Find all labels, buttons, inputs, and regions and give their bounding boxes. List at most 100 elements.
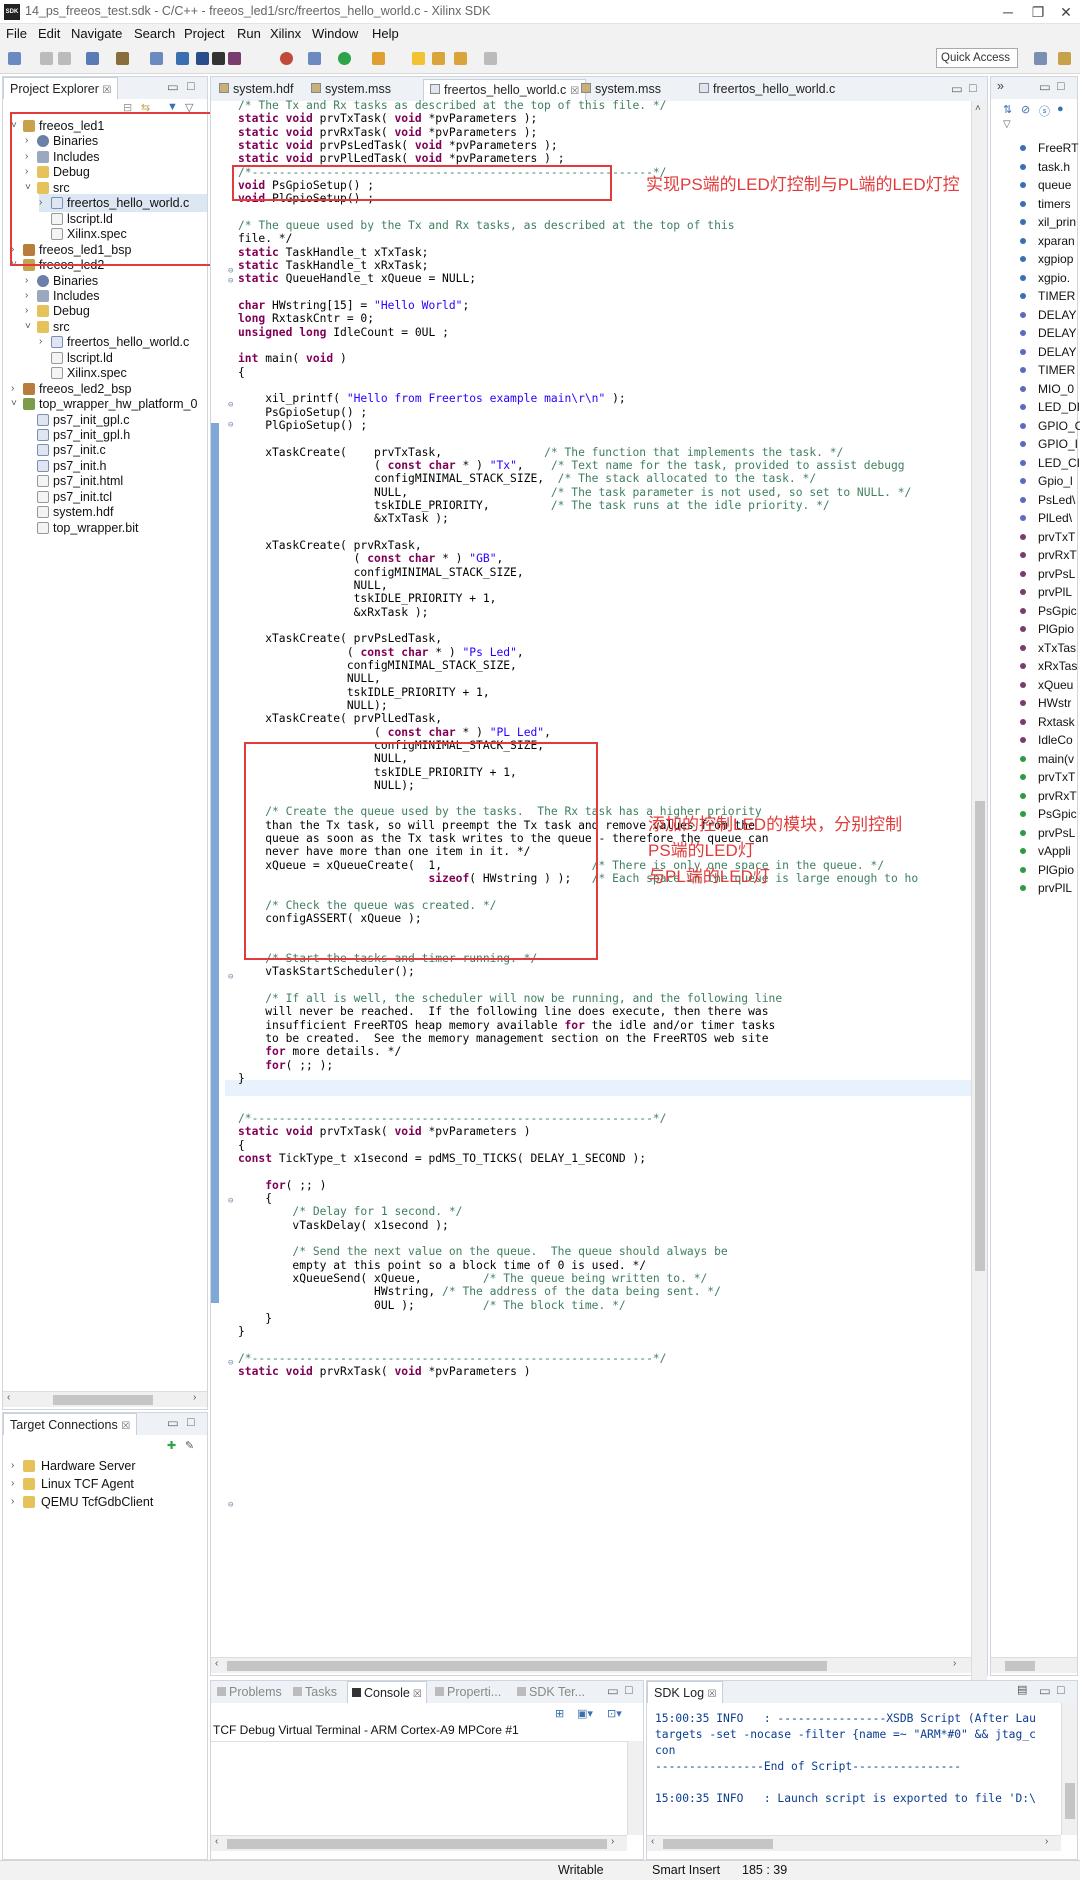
bottom-tab[interactable]: Problems xyxy=(213,1681,286,1703)
outline-item[interactable]: LED_CI xyxy=(1038,455,1080,471)
outline-item[interactable]: xil_prin xyxy=(1038,214,1076,230)
display-console-icon[interactable]: ▣▾ xyxy=(577,1707,593,1720)
fold-icon[interactable]: ⊖ xyxy=(228,266,233,276)
outline-item[interactable]: prvRxT xyxy=(1038,547,1077,563)
code-line[interactable]: /* The queue used by the Tx and Rx tasks… xyxy=(238,218,735,234)
outline-item[interactable]: PsGpic xyxy=(1038,806,1077,822)
outline-item[interactable]: Gpio_l xyxy=(1038,473,1073,489)
bottom-tab[interactable]: Properti... xyxy=(431,1681,505,1703)
code-line[interactable]: static void prvTxTask( void *pvParameter… xyxy=(238,1124,531,1140)
view-menu-icon[interactable]: ▽ xyxy=(1003,119,1011,130)
outline-item[interactable]: prvPlL xyxy=(1038,880,1072,896)
hide-nonpublic-icon[interactable]: ● xyxy=(1057,103,1064,115)
outline-item[interactable]: Rxtask xyxy=(1038,714,1075,730)
code-line[interactable]: const TickType_t x1second = pdMS_TO_TICK… xyxy=(238,1151,646,1167)
outline-item[interactable]: vAppli xyxy=(1038,843,1071,859)
code-line[interactable]: static QueueHandle_t xQueue = NULL; xyxy=(238,271,476,287)
outline-item[interactable]: TIMER xyxy=(1038,288,1075,304)
code-line[interactable]: } xyxy=(238,1071,245,1087)
vertical-scrollbar[interactable] xyxy=(627,1741,643,1835)
hide-fields-icon[interactable]: ⊘ xyxy=(1021,103,1030,116)
close-button[interactable]: ✕ xyxy=(1046,2,1080,22)
fold-icon[interactable]: ⊖ xyxy=(228,972,233,982)
code-line[interactable]: &xRxTask ); xyxy=(238,605,429,621)
maximize-view-icon[interactable]: □ xyxy=(1057,79,1065,93)
open-console-icon[interactable]: ⊡▾ xyxy=(607,1707,622,1720)
fold-icon[interactable]: ⊖ xyxy=(228,276,233,286)
fold-icon[interactable]: ⊖ xyxy=(228,1500,233,1510)
outline-item[interactable]: FreeRT xyxy=(1038,140,1078,156)
hide-static-icon[interactable]: ⓢ xyxy=(1039,103,1050,119)
outline-item[interactable]: TIMER xyxy=(1038,362,1075,378)
outline-item[interactable]: PlGpio xyxy=(1038,862,1074,878)
fold-icon[interactable]: ⊖ xyxy=(228,1358,233,1368)
close-icon[interactable]: ☒ xyxy=(413,1689,422,1700)
fold-icon[interactable]: ⊖ xyxy=(228,400,233,410)
outline-item[interactable]: PlLed\ xyxy=(1038,510,1072,526)
outline-item[interactable]: prvPsL xyxy=(1038,566,1075,582)
code-line[interactable]: vTaskStartScheduler(); xyxy=(238,964,415,980)
code-line[interactable]: 0UL ); /* The block time. */ xyxy=(238,1298,626,1314)
code-line[interactable]: } xyxy=(238,1324,245,1340)
code-line[interactable]: int main( void ) xyxy=(238,351,347,367)
outline-item[interactable]: PsGpic xyxy=(1038,603,1077,619)
code-line[interactable]: PlGpioSetup() ; xyxy=(238,418,367,434)
code-line[interactable]: &xTxTask ); xyxy=(238,511,449,527)
code-line[interactable]: for( ;; ); xyxy=(238,1058,333,1074)
outline-item[interactable]: DELAY xyxy=(1038,344,1076,360)
bottom-tab[interactable]: SDK Ter... xyxy=(513,1681,589,1703)
fold-icon[interactable]: ⊖ xyxy=(228,420,233,430)
outline-item[interactable]: prvTxT xyxy=(1038,529,1075,545)
horizontal-scrollbar[interactable]: ‹ › xyxy=(211,1835,627,1851)
outline-item[interactable]: DELAY xyxy=(1038,325,1076,341)
code-line[interactable]: { xyxy=(238,365,245,381)
fold-icon[interactable]: ⊖ xyxy=(228,1196,233,1206)
maximize-view-icon[interactable]: □ xyxy=(1057,1683,1065,1697)
code-line[interactable]: static void prvRxTask( void *pvParameter… xyxy=(238,1364,531,1380)
outline-item[interactable]: timers xyxy=(1038,196,1071,212)
pin-console-icon[interactable]: ⊞ xyxy=(555,1707,564,1720)
outline-item[interactable]: xTxTas xyxy=(1038,640,1076,656)
maximize-view-icon[interactable]: □ xyxy=(625,1683,633,1697)
outline-item[interactable]: xparan xyxy=(1038,233,1075,249)
sdk-log-text[interactable]: 15:00:35 INFO : ----------------XSDB Scr… xyxy=(647,1681,1057,1831)
outline-item[interactable]: prvPsL xyxy=(1038,825,1075,841)
outline-item-icon xyxy=(1020,311,1026,318)
outline-item[interactable]: DELAY xyxy=(1038,307,1076,323)
minimize-view-icon[interactable]: ▭ xyxy=(607,1683,619,1698)
outline-item[interactable]: xgpiop xyxy=(1038,251,1073,267)
outline-item[interactable]: MIO_0 xyxy=(1038,381,1074,397)
outline-item[interactable]: PlGpio xyxy=(1038,621,1074,637)
outline-item[interactable]: GPIO_I xyxy=(1038,436,1078,452)
code-line[interactable]: unsigned long IdleCount = 0UL ; xyxy=(238,325,449,341)
outline-item[interactable]: main(v xyxy=(1038,751,1074,767)
outline-item[interactable]: HWstr xyxy=(1038,695,1071,711)
horizontal-scrollbar[interactable]: ‹ › xyxy=(647,1835,1061,1851)
sort-icon[interactable]: ⇅ xyxy=(1003,103,1012,116)
outline-item-icon xyxy=(1020,700,1026,706)
vertical-scrollbar[interactable] xyxy=(1061,1703,1077,1835)
outline-item-icon xyxy=(1020,274,1026,281)
more-views-icon[interactable]: » xyxy=(997,79,1004,93)
outline-item[interactable]: prvPlL xyxy=(1038,584,1072,600)
bottom-tab[interactable]: Tasks xyxy=(289,1681,341,1703)
bottom-tab[interactable]: Console ☒ xyxy=(347,1681,427,1703)
outline-item[interactable]: xgpio. xyxy=(1038,270,1070,286)
outline-item[interactable]: LED_DI xyxy=(1038,399,1080,415)
outline-item[interactable]: task.h xyxy=(1038,159,1070,175)
outline-item[interactable]: GPIO_C xyxy=(1038,418,1080,434)
horizontal-scrollbar[interactable] xyxy=(991,1657,1077,1673)
outline-item[interactable]: IdleCo xyxy=(1038,732,1073,748)
outline-item[interactable]: prvRxT xyxy=(1038,788,1077,804)
outline-item[interactable]: prvTxT xyxy=(1038,769,1075,785)
outline-item[interactable]: PsLed\ xyxy=(1038,492,1075,508)
outline-item[interactable]: xRxTas xyxy=(1038,658,1077,674)
log-line: targets -set -nocase -filter {name =~ "A… xyxy=(655,1728,1036,1741)
cpp-perspective-icon[interactable] xyxy=(1058,52,1071,65)
outline-item[interactable]: queue xyxy=(1038,177,1071,193)
minimize-view-icon[interactable]: ▭ xyxy=(1039,79,1051,94)
open-perspective-icon[interactable] xyxy=(1034,52,1047,65)
outline-item[interactable]: xQueu xyxy=(1038,677,1073,693)
code-line[interactable]: vTaskDelay( x1second ); xyxy=(238,1218,448,1234)
outline-item-icon xyxy=(1020,256,1026,262)
